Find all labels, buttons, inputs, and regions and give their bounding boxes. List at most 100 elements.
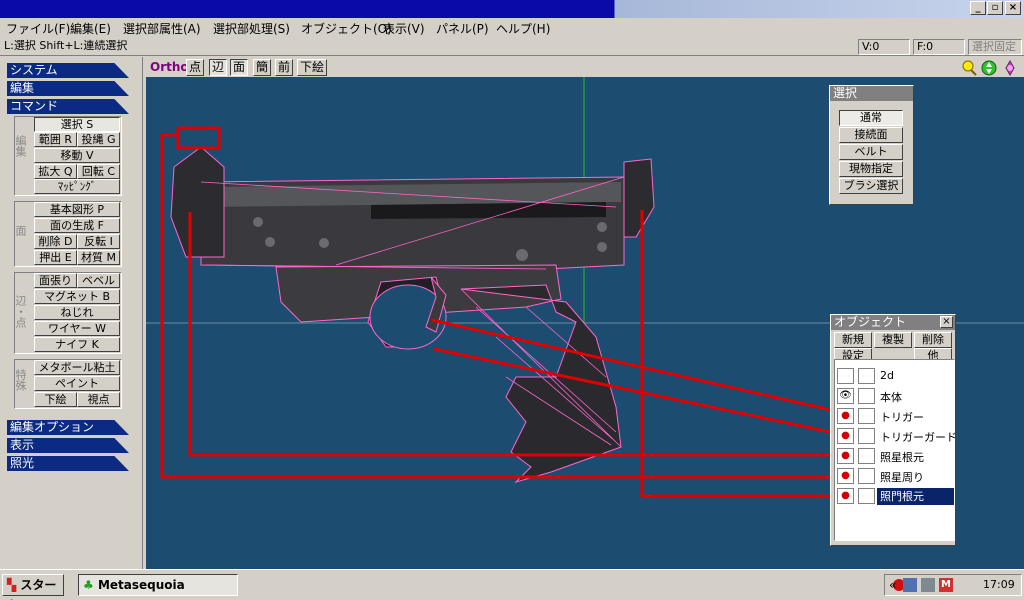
- move-button[interactable]: 移動 V: [34, 148, 120, 163]
- rotate-button[interactable]: 回転 C: [77, 164, 120, 179]
- new-object-button[interactable]: 新規: [834, 332, 872, 348]
- pan-icon[interactable]: [981, 60, 997, 76]
- ortho-label[interactable]: Ortho: [150, 60, 189, 74]
- menu-panel[interactable]: パネル(P): [436, 20, 489, 37]
- select-panel-title[interactable]: 選択: [830, 86, 913, 101]
- face-bevel-button[interactable]: 面張り: [34, 273, 77, 288]
- visibility-toggle[interactable]: ●: [837, 488, 854, 504]
- brush-select-button[interactable]: ブラシ選択: [839, 178, 903, 194]
- object-name[interactable]: 照門根元: [877, 488, 954, 505]
- object-name[interactable]: 2d: [880, 369, 894, 382]
- metaball-button[interactable]: メタボール粘土: [34, 360, 120, 375]
- object-list[interactable]: 2d 👁 本体 ● トリガー ● トリガーガード ● 照星根元 ● 照星周り ●…: [834, 359, 957, 541]
- section-light[interactable]: 照光: [7, 456, 129, 471]
- lock-toggle[interactable]: [858, 388, 875, 404]
- tray-m-icon[interactable]: M: [939, 578, 953, 592]
- section-edit-option[interactable]: 編集オプション: [7, 420, 129, 435]
- object-row[interactable]: 👁 本体: [835, 386, 954, 406]
- simple-view-button[interactable]: 簡: [253, 59, 271, 76]
- object-name[interactable]: 照星周り: [880, 469, 924, 485]
- tray-expand-chevron[interactable]: «: [889, 578, 896, 592]
- object-name[interactable]: 本体: [880, 389, 902, 405]
- bevel-button[interactable]: ベベル: [77, 273, 120, 288]
- object-name[interactable]: 照星根元: [880, 449, 924, 465]
- zoom-icon[interactable]: [962, 60, 977, 76]
- object-row[interactable]: ● 照星根元: [835, 446, 954, 466]
- lasso-button[interactable]: 投縄 G: [77, 132, 120, 147]
- lock-toggle[interactable]: [858, 428, 875, 444]
- menu-selection-process[interactable]: 選択部処理(S): [213, 20, 290, 37]
- menu-edit[interactable]: 編集(E): [70, 20, 111, 37]
- lock-toggle[interactable]: [858, 468, 875, 484]
- underlay-toggle-button[interactable]: 下絵: [297, 59, 327, 76]
- menu-selection-attr[interactable]: 選択部属性(A): [123, 20, 201, 37]
- scale-button[interactable]: 拡大 Q: [34, 164, 77, 179]
- select-adjacent-button[interactable]: 接続面: [839, 127, 903, 143]
- delete-button[interactable]: 削除 D: [34, 234, 77, 249]
- section-display[interactable]: 表示: [7, 438, 129, 453]
- select-button[interactable]: 選択 S: [34, 117, 120, 132]
- section-command[interactable]: コマンド: [7, 99, 129, 114]
- select-current-button[interactable]: 現物指定: [839, 161, 903, 177]
- select-belt-button[interactable]: ベルト: [839, 144, 903, 160]
- underlay-button[interactable]: 下絵: [34, 392, 77, 407]
- object-row-selected[interactable]: ● 照門根元: [835, 486, 954, 506]
- object-panel-title-text: オブジェクト: [834, 315, 907, 329]
- visibility-toggle[interactable]: [837, 368, 854, 384]
- select-normal-button[interactable]: 通常: [839, 110, 903, 126]
- lock-toggle[interactable]: [858, 448, 875, 464]
- lock-toggle[interactable]: [858, 488, 875, 504]
- front-view-button[interactable]: 前: [275, 59, 293, 76]
- object-name[interactable]: トリガーガード: [880, 429, 957, 445]
- visibility-toggle[interactable]: ●: [837, 448, 854, 464]
- wire-button[interactable]: ワイヤー W: [34, 321, 120, 336]
- restore-button[interactable]: ▫: [987, 1, 1003, 15]
- object-row[interactable]: ● トリガーガード: [835, 426, 957, 446]
- menu-file[interactable]: ファイル(F): [6, 20, 70, 37]
- tray-network-icon[interactable]: [903, 578, 917, 592]
- lock-toggle[interactable]: [858, 408, 875, 424]
- menu-help[interactable]: ヘルプ(H): [496, 20, 550, 37]
- point-mode-button[interactable]: 点: [186, 59, 204, 76]
- object-panel-close-button[interactable]: ×: [940, 316, 953, 328]
- lock-toggle[interactable]: [858, 368, 875, 384]
- menu-object[interactable]: オブジェクト(O): [301, 20, 392, 37]
- gun-model[interactable]: [170, 146, 655, 484]
- basic-shape-button[interactable]: 基本図形 P: [34, 202, 120, 217]
- section-edit[interactable]: 編集: [7, 81, 129, 96]
- visibility-toggle[interactable]: ●: [837, 468, 854, 484]
- magnet-button[interactable]: マグネット B: [34, 289, 120, 304]
- extrude-button[interactable]: 押出 E: [34, 250, 77, 265]
- face-mode-button[interactable]: 面: [230, 59, 248, 76]
- range-button[interactable]: 範囲 R: [34, 132, 77, 147]
- edge-mode-button[interactable]: 辺: [209, 59, 227, 76]
- material-button[interactable]: 材質 M: [77, 250, 120, 265]
- start-button[interactable]: ▚ スタート: [2, 574, 64, 600]
- twist-button[interactable]: ねじれ: [34, 305, 120, 320]
- selection-lock-button[interactable]: 選択固定: [968, 39, 1022, 55]
- object-row[interactable]: 2d: [835, 366, 954, 386]
- invert-button[interactable]: 反転 I: [77, 234, 120, 249]
- object-row[interactable]: ● 照星周り: [835, 466, 954, 486]
- object-panel-title[interactable]: オブジェクト ×: [831, 315, 955, 330]
- delete-object-button[interactable]: 削除: [914, 332, 952, 348]
- minimize-button[interactable]: _: [970, 1, 986, 15]
- duplicate-object-button[interactable]: 複製: [874, 332, 912, 348]
- eye-icon[interactable]: 👁: [837, 388, 854, 404]
- face-generate-button[interactable]: 面の生成 F: [34, 218, 120, 233]
- close-button[interactable]: ×: [1005, 1, 1021, 15]
- rotate-view-icon[interactable]: [1005, 59, 1015, 77]
- 3d-viewport[interactable]: 選択 通常 接続面 ベルト 現物指定 ブラシ選択 オブジェクト × 新規 複製 …: [146, 77, 1024, 569]
- visibility-toggle[interactable]: ●: [837, 408, 854, 424]
- taskbar-app-metasequoia[interactable]: ♣ Metasequoia: [78, 574, 238, 596]
- object-row[interactable]: ● トリガー: [835, 406, 954, 426]
- visibility-toggle[interactable]: ●: [837, 428, 854, 444]
- section-system[interactable]: システム: [7, 63, 129, 78]
- tray-monitor-icon[interactable]: [921, 578, 935, 592]
- knife-button[interactable]: ナイフ K: [34, 337, 120, 352]
- paint-button[interactable]: ペイント: [34, 376, 120, 391]
- object-name[interactable]: トリガー: [880, 409, 924, 425]
- menu-view[interactable]: 表示(V): [383, 20, 425, 37]
- mapping-button[interactable]: ﾏｯﾋﾟﾝｸﾞ: [34, 179, 120, 194]
- viewpoint-button[interactable]: 視点: [77, 392, 120, 407]
